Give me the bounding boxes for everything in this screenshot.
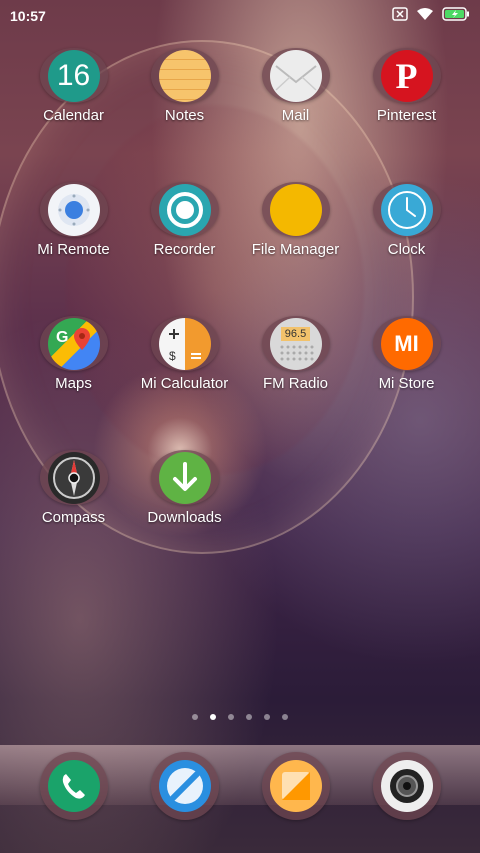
- battery-icon: [442, 6, 470, 26]
- calculator-icon[interactable]: $: [150, 316, 219, 371]
- clock-icon[interactable]: [372, 182, 441, 237]
- app-grid: 16 Calendar Notes Mail P Pinterest Mi Re…: [0, 48, 480, 526]
- app-recorder[interactable]: Recorder: [129, 182, 240, 258]
- download-icon[interactable]: [150, 450, 219, 505]
- page-dot[interactable]: [228, 714, 234, 720]
- dock-camera[interactable]: [351, 752, 462, 820]
- svg-text:G: G: [56, 329, 68, 346]
- app-calendar[interactable]: 16 Calendar: [18, 48, 129, 124]
- mi-logo: MI: [394, 330, 419, 356]
- wifi-icon: [416, 7, 434, 26]
- app-label: File Manager: [251, 241, 340, 258]
- dock-browser[interactable]: [129, 752, 240, 820]
- radio-icon[interactable]: 96.5: [261, 316, 330, 371]
- app-label: Notes: [164, 107, 205, 124]
- dock-phone[interactable]: [18, 752, 129, 820]
- mail-icon[interactable]: [261, 48, 330, 103]
- app-label: Clock: [387, 241, 426, 258]
- status-bar: 10:57: [0, 0, 480, 32]
- app-mail[interactable]: Mail: [240, 48, 351, 124]
- page-dot-active[interactable]: [210, 714, 216, 720]
- app-downloads[interactable]: Downloads: [129, 450, 240, 526]
- radio-frequency: 96.5: [280, 326, 311, 341]
- remote-icon[interactable]: [39, 182, 108, 237]
- app-clock[interactable]: Clock: [351, 182, 462, 258]
- folder-icon[interactable]: [261, 182, 330, 237]
- app-label: Mi Remote: [37, 241, 110, 258]
- notification-x-icon: [392, 6, 408, 26]
- page-dot[interactable]: [246, 714, 252, 720]
- camera-icon[interactable]: [372, 752, 441, 820]
- recorder-icon[interactable]: [150, 182, 219, 237]
- svg-text:$: $: [169, 349, 176, 363]
- status-time: 10:57: [10, 8, 46, 24]
- app-label: Mi Calculator: [140, 375, 229, 392]
- app-label: Mail: [281, 107, 310, 124]
- page-dot[interactable]: [282, 714, 288, 720]
- app-mi-calculator[interactable]: $ Mi Calculator: [129, 316, 240, 392]
- mi-store-icon[interactable]: MI: [372, 316, 441, 371]
- notes-icon[interactable]: [150, 48, 219, 103]
- app-label: Downloads: [147, 509, 222, 526]
- app-label: Recorder: [153, 241, 216, 258]
- app-compass[interactable]: Compass: [18, 450, 129, 526]
- page-indicator: [0, 714, 480, 720]
- app-file-manager[interactable]: File Manager: [240, 182, 351, 258]
- maps-icon[interactable]: G: [39, 316, 108, 371]
- app-notes[interactable]: Notes: [129, 48, 240, 124]
- page-dot[interactable]: [264, 714, 270, 720]
- app-label: Maps: [55, 375, 92, 392]
- pinterest-icon[interactable]: P: [372, 48, 441, 103]
- app-mi-store[interactable]: MI Mi Store: [351, 316, 462, 392]
- app-label: Compass: [41, 509, 106, 526]
- app-maps[interactable]: G Maps: [18, 316, 129, 392]
- app-fm-radio[interactable]: 96.5 FM Radio: [240, 316, 351, 392]
- phone-icon[interactable]: [39, 752, 108, 820]
- status-icons: [392, 6, 470, 26]
- dock: [0, 752, 480, 820]
- app-label: FM Radio: [262, 375, 329, 392]
- calendar-icon[interactable]: 16: [39, 48, 108, 103]
- app-mi-remote[interactable]: Mi Remote: [18, 182, 129, 258]
- app-label: Calendar: [43, 107, 104, 124]
- app-label: Pinterest: [376, 107, 437, 124]
- calendar-date: 16: [56, 58, 91, 92]
- app-label: Mi Store: [378, 375, 435, 392]
- page-dot[interactable]: [192, 714, 198, 720]
- dock-gallery[interactable]: [240, 752, 351, 820]
- browser-icon[interactable]: [150, 752, 219, 820]
- compass-icon[interactable]: [39, 450, 108, 505]
- app-pinterest[interactable]: P Pinterest: [351, 48, 462, 124]
- gallery-icon[interactable]: [261, 752, 330, 820]
